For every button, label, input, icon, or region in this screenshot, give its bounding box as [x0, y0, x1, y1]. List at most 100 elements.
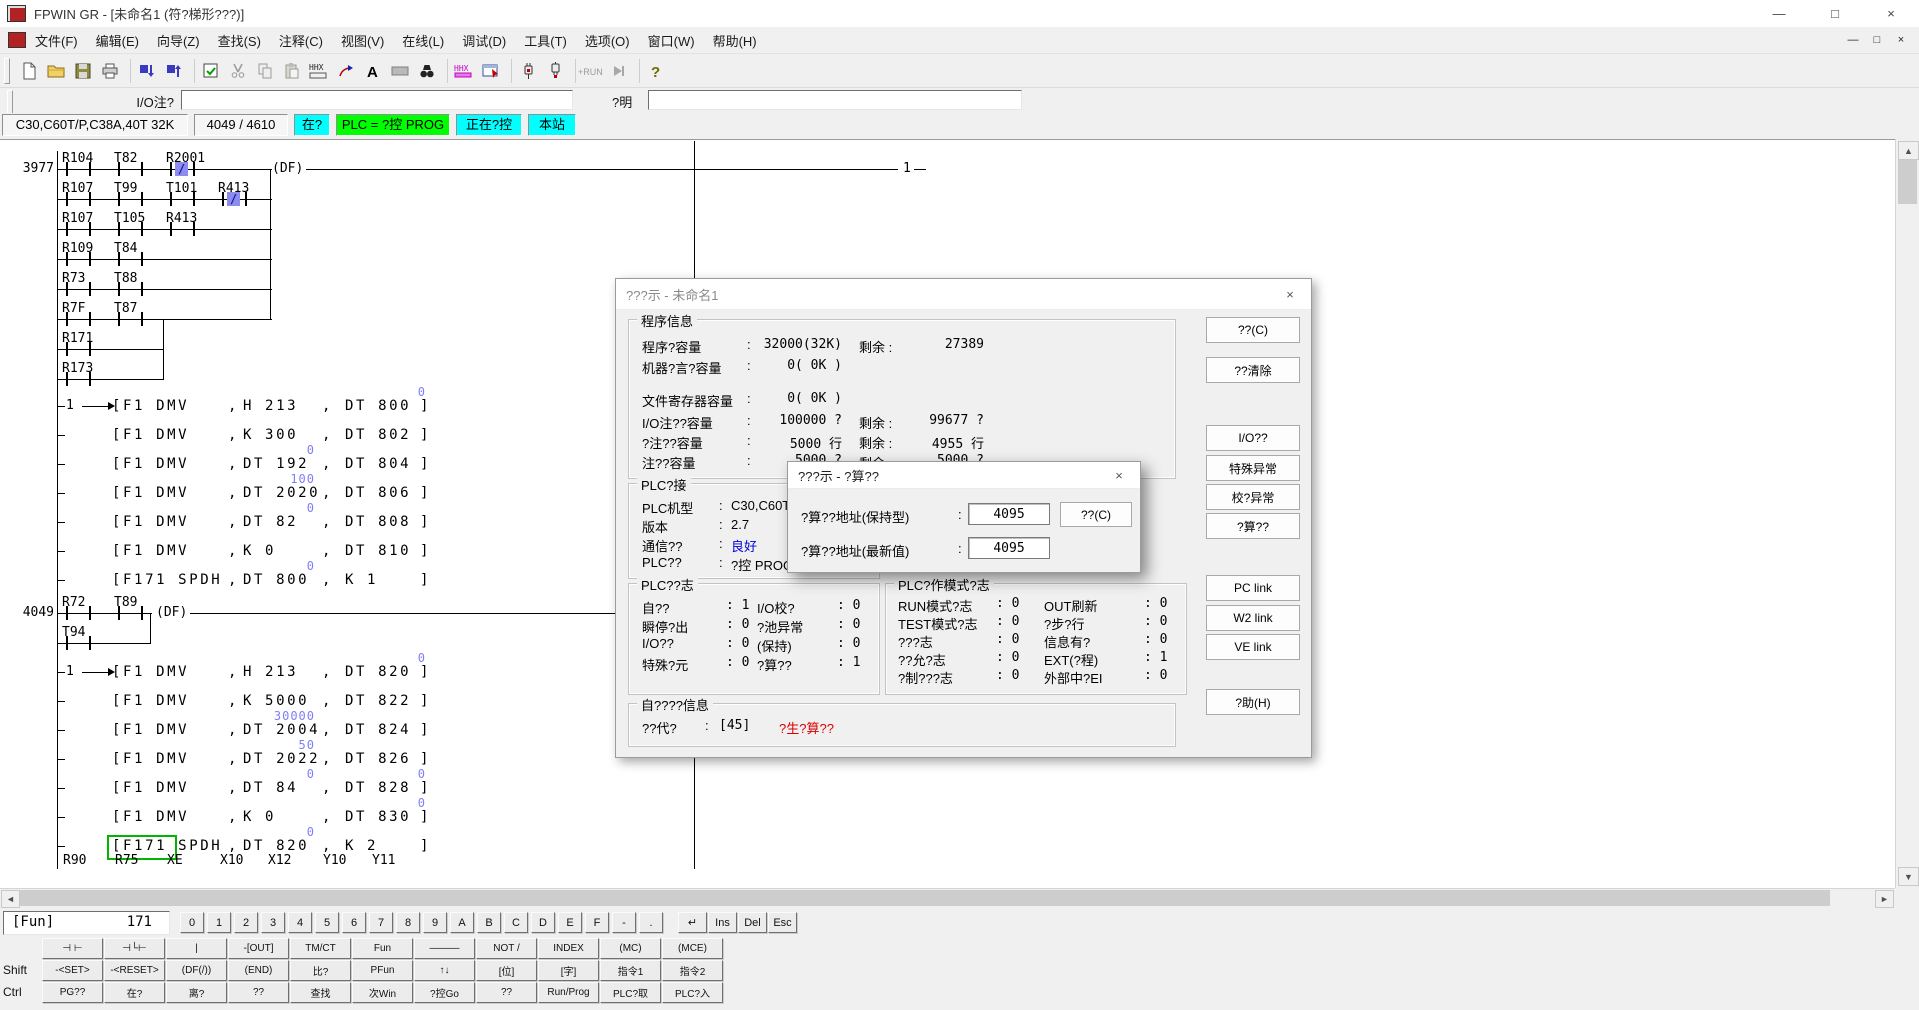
block2-dst[interactable]: DT 828 [345, 780, 411, 796]
find-icon[interactable] [413, 57, 440, 84]
fkey-r0-11[interactable]: (MCE) [662, 938, 723, 959]
vscroll-thumb[interactable] [1898, 160, 1917, 204]
cut-icon[interactable] [224, 57, 251, 84]
upload-program-icon[interactable] [160, 57, 187, 84]
menu-item-3[interactable]: 查找(S) [209, 27, 270, 54]
new-file-icon[interactable] [15, 57, 42, 84]
save-file-icon[interactable] [69, 57, 96, 84]
fkey-r1-1[interactable]: -<SET> [42, 960, 103, 981]
block2-src[interactable]: K 0 [243, 809, 276, 825]
numpad-key-1[interactable]: 1 [207, 912, 231, 933]
contact-label[interactable]: Y11 [372, 853, 395, 868]
fkey-r2-9[interactable]: Run/Prog [538, 982, 599, 1003]
copy-icon[interactable] [251, 57, 278, 84]
status-dialog-close-icon[interactable]: × [1269, 279, 1311, 309]
block2-dst[interactable]: DT 824 [345, 722, 411, 738]
mdi-restore-icon[interactable]: □ [1865, 31, 1889, 49]
block2-dst[interactable]: DT 822 [345, 693, 411, 709]
block2-op[interactable]: [F1 DMV [112, 780, 189, 796]
fkey-r1-6[interactable]: PFun [352, 960, 413, 981]
numpad-key-9[interactable]: 9 [423, 912, 447, 933]
contact-label[interactable]: X10 [220, 853, 243, 868]
paste-icon[interactable] [278, 57, 305, 84]
scroll-right-icon[interactable]: ► [1875, 890, 1894, 908]
numpad-key-7[interactable]: 7 [369, 912, 393, 933]
block2-dst[interactable]: DT 830 [345, 809, 411, 825]
scroll-down-icon[interactable]: ▼ [1898, 867, 1919, 886]
block1-dst[interactable]: K 1 [345, 572, 378, 588]
block2-src[interactable]: K 5000 [243, 693, 309, 709]
dialog-button-0[interactable]: ??(C) [1206, 317, 1300, 343]
scroll-left-icon[interactable]: ◄ [1, 890, 20, 908]
menu-item-6[interactable]: 在线(L) [393, 27, 453, 54]
block1-op[interactable]: [F1 DMV [112, 398, 189, 414]
numpad-key-5[interactable]: 5 [315, 912, 339, 933]
block2-dst[interactable]: K 2 [345, 838, 378, 854]
monitor-window-icon[interactable] [477, 57, 504, 84]
menu-item-1[interactable]: 编辑(E) [87, 27, 148, 54]
block1-op[interactable]: [F1 DMV [112, 543, 189, 559]
dialog-button-8[interactable]: VE link [1206, 634, 1300, 660]
numpad-key-E[interactable]: E [558, 912, 582, 933]
scroll-up-icon[interactable]: ▲ [1898, 141, 1919, 160]
numpad-key-.[interactable]: . [639, 912, 663, 933]
block1-op[interactable]: [F171 SPDH [112, 572, 222, 588]
block1-dst[interactable]: DT 804 [345, 456, 411, 472]
dialog-button-1[interactable]: ??清除 [1206, 357, 1300, 383]
fkey-r1-11[interactable]: 指令2 [662, 960, 723, 981]
restore-icon[interactable]: □ [1807, 0, 1863, 27]
block1-src[interactable]: DT 800 [243, 572, 309, 588]
block2-src[interactable]: DT 84 [243, 780, 298, 796]
contact-label[interactable]: R90 [63, 853, 86, 868]
instruction-entry-box[interactable]: [Fun] 171 [3, 911, 170, 935]
menu-item-8[interactable]: 工具(T) [515, 27, 576, 54]
menu-item-2[interactable]: 向导(Z) [148, 27, 209, 54]
mdi-minimize-icon[interactable]: — [1841, 31, 1865, 49]
fkey-r1-10[interactable]: 指令1 [600, 960, 661, 981]
contact-label[interactable]: XE [167, 853, 183, 868]
fkey-r2-4[interactable]: ?? [228, 982, 289, 1003]
edit-key-Del[interactable]: Del [738, 912, 767, 933]
fkey-r1-8[interactable]: [位] [476, 960, 537, 981]
run-mode-icon[interactable]: +RUN [578, 57, 605, 84]
fkey-r2-2[interactable]: 在? [104, 982, 165, 1003]
fkey-r0-7[interactable]: ——— [414, 938, 475, 959]
menu-item-5[interactable]: 视图(V) [332, 27, 393, 54]
find-io-icon[interactable]: HHX [450, 57, 477, 84]
step-run-icon[interactable] [605, 57, 632, 84]
menu-item-4[interactable]: 注释(C) [270, 27, 332, 54]
online-edit-icon[interactable] [514, 57, 541, 84]
help-icon[interactable]: ? [642, 57, 669, 84]
menu-item-0[interactable]: 文件(F) [26, 27, 87, 54]
block2-src[interactable]: DT 820 [243, 838, 309, 854]
block1-dst[interactable]: DT 802 [345, 427, 411, 443]
fkey-r2-1[interactable]: PG?? [42, 982, 103, 1003]
df-instruction[interactable]: (DF) [156, 605, 187, 620]
fkey-r0-10[interactable]: (MC) [600, 938, 661, 959]
fkey-r2-8[interactable]: ?? [476, 982, 537, 1003]
block2-src[interactable]: H 213 [243, 664, 298, 680]
block1-op[interactable]: [F1 DMV [112, 456, 189, 472]
numpad-key-B[interactable]: B [477, 912, 501, 933]
numpad-key-D[interactable]: D [531, 912, 555, 933]
fkey-r0-8[interactable]: NOT / [476, 938, 537, 959]
fkey-r2-6[interactable]: 次Win [352, 982, 413, 1003]
menu-item-9[interactable]: 选项(O) [576, 27, 639, 54]
numpad-key-3[interactable]: 3 [261, 912, 285, 933]
fkey-r1-3[interactable]: (DF(/)) [166, 960, 227, 981]
hscroll-thumb[interactable] [20, 890, 1830, 906]
text-edit-icon[interactable]: A [359, 57, 386, 84]
fkey-r1-2[interactable]: -<RESET> [104, 960, 165, 981]
block1-src[interactable]: K 0 [243, 543, 276, 559]
error-close-button[interactable]: ??(C) [1060, 502, 1132, 527]
block1-src[interactable]: DT 2020 [243, 485, 320, 501]
numpad-key-4[interactable]: 4 [288, 912, 312, 933]
error-dialog-close-icon[interactable]: × [1098, 462, 1140, 488]
df-instruction[interactable]: (DF) [272, 161, 303, 176]
fkey-r1-4[interactable]: (END) [228, 960, 289, 981]
mdi-close-icon[interactable]: × [1889, 31, 1913, 49]
jump-icon[interactable] [332, 57, 359, 84]
block1-src[interactable]: K 300 [243, 427, 298, 443]
fkey-r0-5[interactable]: TM/CT [290, 938, 351, 959]
vertical-scrollbar[interactable]: ▲ ▼ [1895, 139, 1919, 888]
